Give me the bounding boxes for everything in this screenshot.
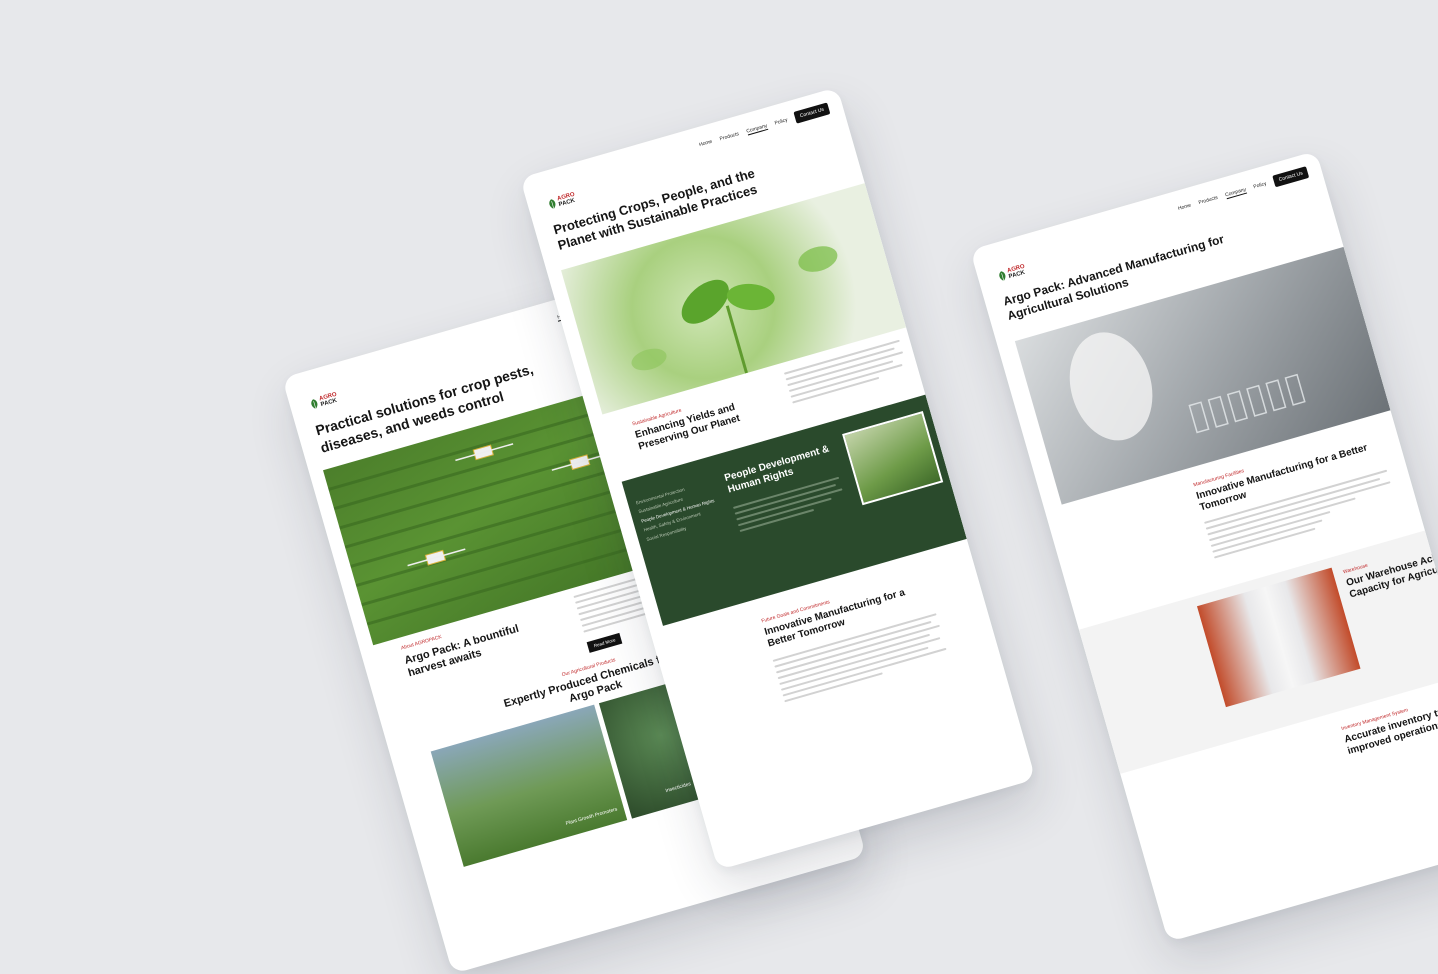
mockup-manufacturing-page: Home Products Company Policy Contact Us … (970, 150, 1438, 943)
nav-company[interactable]: Company (745, 122, 769, 136)
nav-products[interactable]: Products (1198, 195, 1219, 206)
tile-label: Insecticides (664, 781, 692, 795)
contact-button[interactable]: Contact Us (1272, 166, 1310, 188)
top-nav: Home Products Company Policy Contact Us (698, 102, 831, 151)
contact-button[interactable]: Contact Us (793, 102, 831, 124)
mfg-section: Future Goals and Commitments Innovative … (761, 572, 949, 706)
read-more-button[interactable]: Read More (586, 632, 623, 653)
people-photo (842, 410, 944, 506)
nav-policy[interactable]: Policy (774, 117, 788, 126)
agro-pack-logo[interactable]: AGRO PACK (307, 392, 339, 412)
warehouse-photo (1196, 567, 1361, 708)
warehouse-text: Warehouse Our Warehouse Achieves Record … (1343, 523, 1438, 602)
product-tile-plant-growth[interactable]: Plant Growth Promoters (430, 704, 628, 867)
agro-pack-logo[interactable]: AGRO PACK (995, 264, 1027, 284)
nav-home[interactable]: Home (699, 139, 713, 148)
nav-home[interactable]: Home (1177, 202, 1191, 211)
top-nav: Home Products Company Policy Contact Us (1177, 166, 1310, 215)
nav-products[interactable]: Products (719, 131, 740, 142)
people-links: Environmental Protection Sustainable Agr… (635, 478, 721, 544)
nav-company[interactable]: Company (1224, 186, 1247, 199)
tile-label: Plant Growth Promoters (565, 806, 619, 827)
agro-pack-logo[interactable]: AGRO PACK (545, 192, 577, 212)
nav-policy[interactable]: Policy (1253, 181, 1267, 190)
